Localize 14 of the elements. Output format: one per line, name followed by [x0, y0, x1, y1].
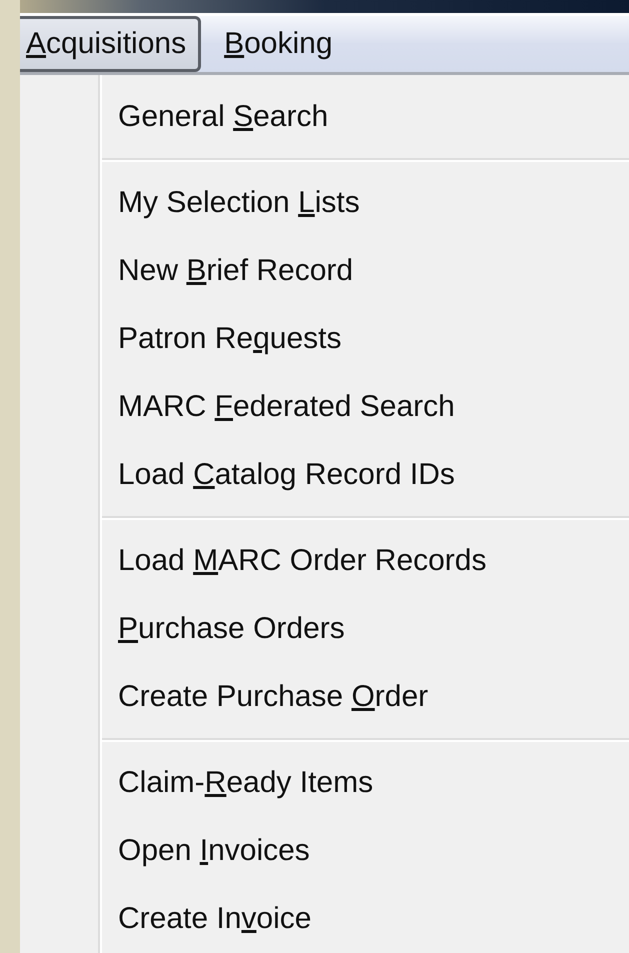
menu-item[interactable]: New Brief Record	[100, 237, 629, 305]
menu-item[interactable]: Open Invoices	[100, 817, 629, 885]
menu-item[interactable]: My Selection Lists	[100, 169, 629, 237]
menu-item[interactable]: Load MARC Order Records	[100, 527, 629, 595]
menu-item[interactable]: Create Invoice	[100, 885, 629, 953]
menu-item[interactable]: Purchase Orders	[100, 595, 629, 663]
menu-bar-item[interactable]: Booking	[215, 16, 348, 72]
menu-item[interactable]: Patron Requests	[100, 305, 629, 373]
menu-bar-item[interactable]: Acquisitions	[20, 16, 202, 72]
menu-item[interactable]: Load Catalog Record IDs	[100, 441, 629, 509]
menu-item[interactable]: MARC Federated Search	[100, 373, 629, 441]
menu-item[interactable]: Create Purchase Order	[100, 663, 629, 731]
menu-item[interactable]: Claim-Ready Items	[100, 749, 629, 817]
menu-item[interactable]: General Search	[100, 83, 629, 151]
